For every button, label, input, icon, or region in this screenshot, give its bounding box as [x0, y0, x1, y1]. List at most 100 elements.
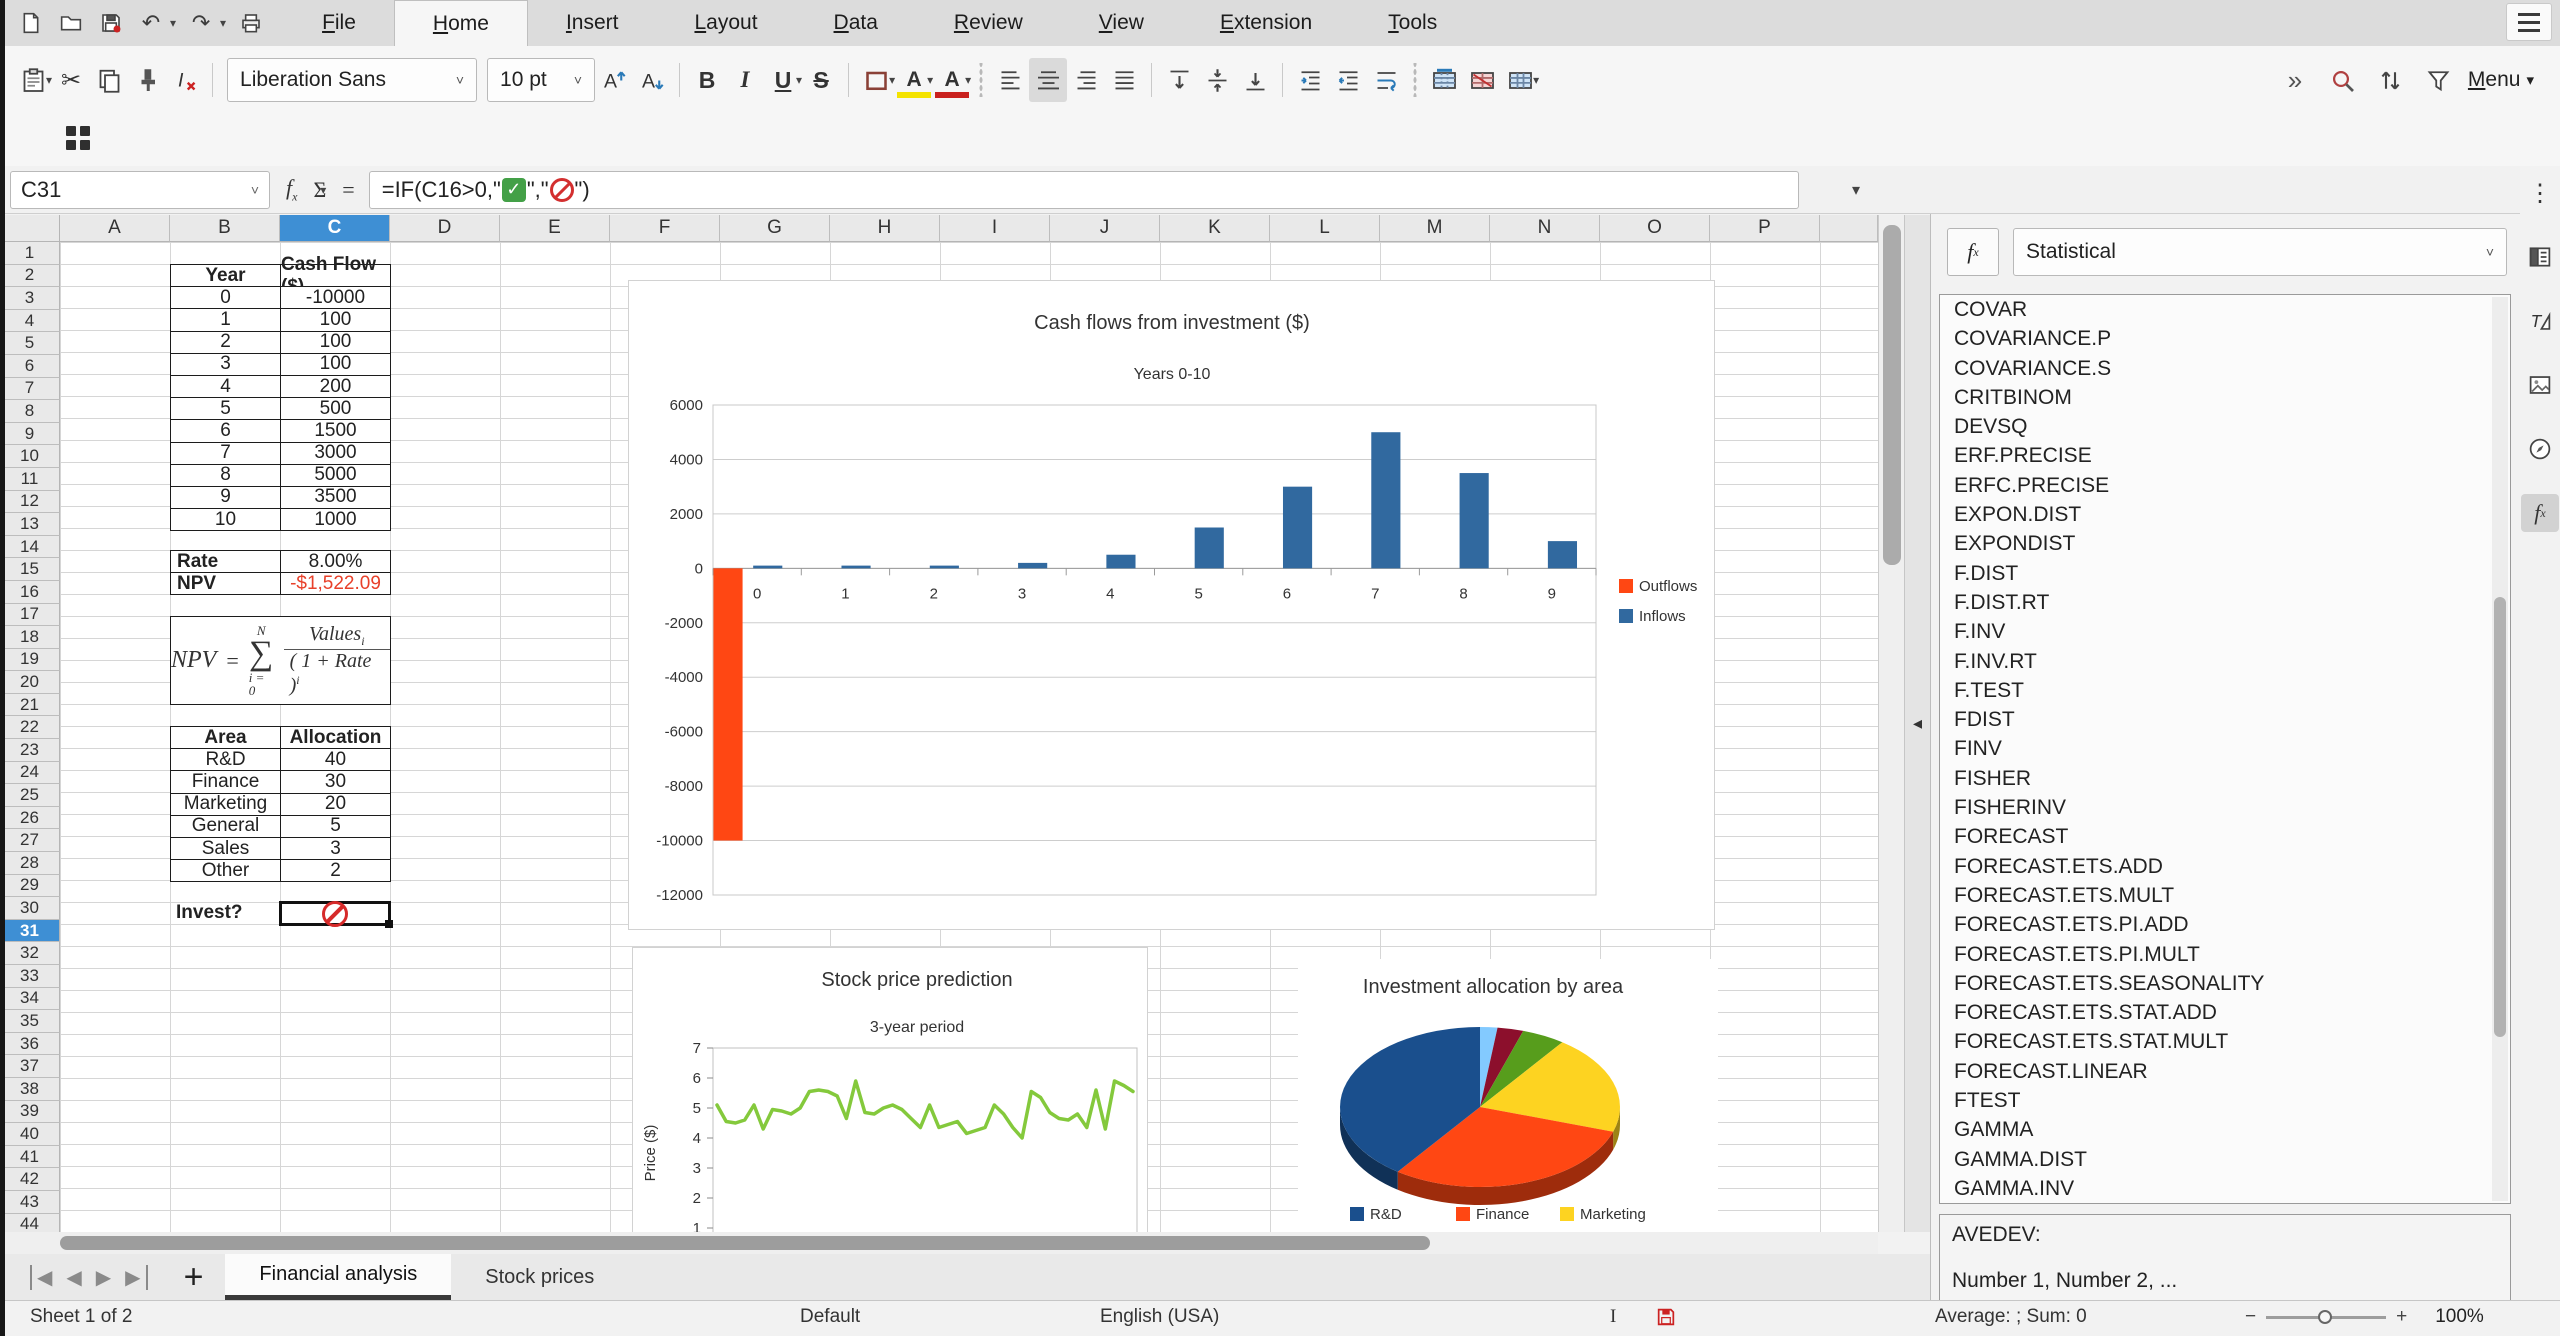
- column-header-K[interactable]: K: [1160, 215, 1270, 242]
- function-list-item[interactable]: GAMMA.DIST: [1940, 1145, 2510, 1174]
- row-header-5[interactable]: 5: [0, 332, 60, 355]
- table-cell[interactable]: Sales: [171, 838, 281, 861]
- table-cell[interactable]: Year: [171, 265, 281, 288]
- borders-button[interactable]: [857, 58, 895, 102]
- grid-options-icon[interactable]: [66, 126, 92, 152]
- wrap-text-button[interactable]: [1367, 58, 1405, 102]
- table-cell[interactable]: 100: [281, 331, 391, 354]
- zoom-level[interactable]: 100%: [2435, 1306, 2484, 1328]
- table-cell[interactable]: 3000: [281, 442, 391, 465]
- function-list-item[interactable]: FORECAST.ETS.MULT: [1940, 881, 2510, 910]
- row-header-17[interactable]: 17: [0, 603, 60, 627]
- add-sheet-button[interactable]: +: [162, 1254, 226, 1300]
- function-list-item[interactable]: CRITBINOM: [1940, 383, 2510, 412]
- table-cell[interactable]: 100: [281, 309, 391, 332]
- column-header-E[interactable]: E: [500, 215, 610, 242]
- function-list-item[interactable]: EXPON.DIST: [1940, 500, 2510, 529]
- table-cell[interactable]: 500: [281, 398, 391, 421]
- function-list-item[interactable]: COVARIANCE.P: [1940, 324, 2510, 353]
- zoom-in-button[interactable]: +: [2396, 1306, 2407, 1328]
- first-sheet-icon[interactable]: ◀: [30, 1264, 57, 1290]
- vertical-scrollbar[interactable]: [1878, 215, 1904, 1232]
- function-list-item[interactable]: F.DIST: [1940, 559, 2510, 588]
- row-header-7[interactable]: 7: [0, 377, 60, 401]
- row-header-37[interactable]: 37: [0, 1055, 60, 1078]
- function-list-item[interactable]: FORECAST.ETS.PI.MULT: [1940, 940, 2510, 969]
- row-header-42[interactable]: 42: [0, 1168, 60, 1191]
- properties-deck-icon[interactable]: [2521, 238, 2559, 276]
- selection-summary-status[interactable]: Average: ; Sum: 0: [1935, 1306, 2087, 1328]
- function-list-item[interactable]: ERFC.PRECISE: [1940, 471, 2510, 500]
- column-header-O[interactable]: O: [1600, 215, 1710, 242]
- ribbon-tab-insert[interactable]: Insert: [528, 0, 657, 46]
- ribbon-tab-data[interactable]: Data: [796, 0, 916, 46]
- increase-font-button[interactable]: A: [595, 58, 633, 102]
- function-list-item[interactable]: FDIST: [1940, 705, 2510, 734]
- table-cell[interactable]: Marketing: [171, 793, 281, 816]
- function-list-item[interactable]: FORECAST.ETS.STAT.MULT: [1940, 1027, 2510, 1056]
- table-cell[interactable]: 20: [281, 793, 391, 816]
- decrease-indent-button[interactable]: [1329, 58, 1367, 102]
- table-cell[interactable]: 5000: [281, 464, 391, 487]
- function-list-item[interactable]: FINV: [1940, 734, 2510, 763]
- function-category-select[interactable]: Statistical ˅: [2013, 228, 2507, 276]
- table-cell[interactable]: 3: [171, 353, 281, 376]
- column-header-M[interactable]: M: [1380, 215, 1490, 242]
- column-header-D[interactable]: D: [390, 215, 500, 242]
- function-wizard-icon[interactable]: fx: [286, 175, 297, 204]
- italic-button[interactable]: I: [726, 58, 764, 102]
- table-cell[interactable]: R&D: [171, 749, 281, 772]
- row-header-28[interactable]: 28: [0, 852, 60, 875]
- ribbon-tab-view[interactable]: View: [1061, 0, 1182, 46]
- row-header-19[interactable]: 19: [0, 648, 60, 672]
- navigator-deck-icon[interactable]: [2521, 430, 2559, 468]
- print-icon[interactable]: [236, 8, 266, 38]
- sort-icon[interactable]: [2372, 58, 2410, 102]
- row-header-15[interactable]: 15: [0, 558, 60, 581]
- gallery-deck-icon[interactable]: [2521, 366, 2559, 404]
- table-cell[interactable]: 8: [171, 464, 281, 487]
- table-cell[interactable]: Rate: [171, 551, 281, 574]
- undo-dropdown-icon[interactable]: ▾: [170, 16, 176, 30]
- clone-formatting-button[interactable]: [128, 58, 166, 102]
- table-cell[interactable]: 200: [281, 376, 391, 399]
- row-header-35[interactable]: 35: [0, 1010, 60, 1033]
- column-header-I[interactable]: I: [940, 215, 1050, 242]
- row-header-4[interactable]: 4: [0, 309, 60, 333]
- column-header-N[interactable]: N: [1490, 215, 1600, 242]
- table-cell[interactable]: 5: [281, 815, 391, 838]
- row-header-20[interactable]: 20: [0, 671, 60, 694]
- table-cell[interactable]: -10000: [281, 287, 391, 310]
- fill-handle[interactable]: [385, 920, 393, 928]
- menu-button[interactable]: Menu ▾: [2468, 68, 2534, 92]
- bold-button[interactable]: B: [688, 58, 726, 102]
- function-list-item[interactable]: F.TEST: [1940, 676, 2510, 705]
- document-modified-icon[interactable]: [1655, 1306, 1677, 1334]
- ribbon-tab-home[interactable]: Home: [393, 0, 528, 46]
- find-replace-icon[interactable]: [2324, 58, 2362, 102]
- table-cell[interactable]: 10: [171, 509, 281, 532]
- function-list-item[interactable]: GAMMA: [1940, 1115, 2510, 1144]
- row-header-14[interactable]: 14: [0, 535, 60, 559]
- formula-equals-icon[interactable]: =: [342, 177, 354, 203]
- redo-dropdown-icon[interactable]: ▾: [220, 16, 226, 30]
- page-style-status[interactable]: Default: [800, 1306, 860, 1328]
- column-header-G[interactable]: G: [720, 215, 830, 242]
- select-all-corner[interactable]: [0, 215, 60, 242]
- table-cell[interactable]: General: [171, 815, 281, 838]
- underline-button[interactable]: U: [764, 58, 802, 102]
- function-wizard-button[interactable]: fx: [1947, 228, 1999, 276]
- functions-deck-icon[interactable]: fx: [2521, 494, 2559, 532]
- clear-formatting-button[interactable]: I: [166, 58, 204, 102]
- row-header-26[interactable]: 26: [0, 806, 60, 830]
- column-header-A[interactable]: A: [60, 215, 170, 242]
- column-header-J[interactable]: J: [1050, 215, 1160, 242]
- pie-chart-object[interactable]: Investment allocation by area R&D Finance M…: [1298, 959, 1718, 1259]
- styles-deck-icon[interactable]: T: [2521, 302, 2559, 340]
- row-header-25[interactable]: 25: [0, 784, 60, 807]
- table-cell[interactable]: 30: [281, 771, 391, 794]
- function-list-item[interactable]: FISHER: [1940, 764, 2510, 793]
- function-list-item[interactable]: FTEST: [1940, 1086, 2510, 1115]
- table-cell[interactable]: NPV: [171, 573, 281, 596]
- function-list-item[interactable]: EXPONDIST: [1940, 529, 2510, 558]
